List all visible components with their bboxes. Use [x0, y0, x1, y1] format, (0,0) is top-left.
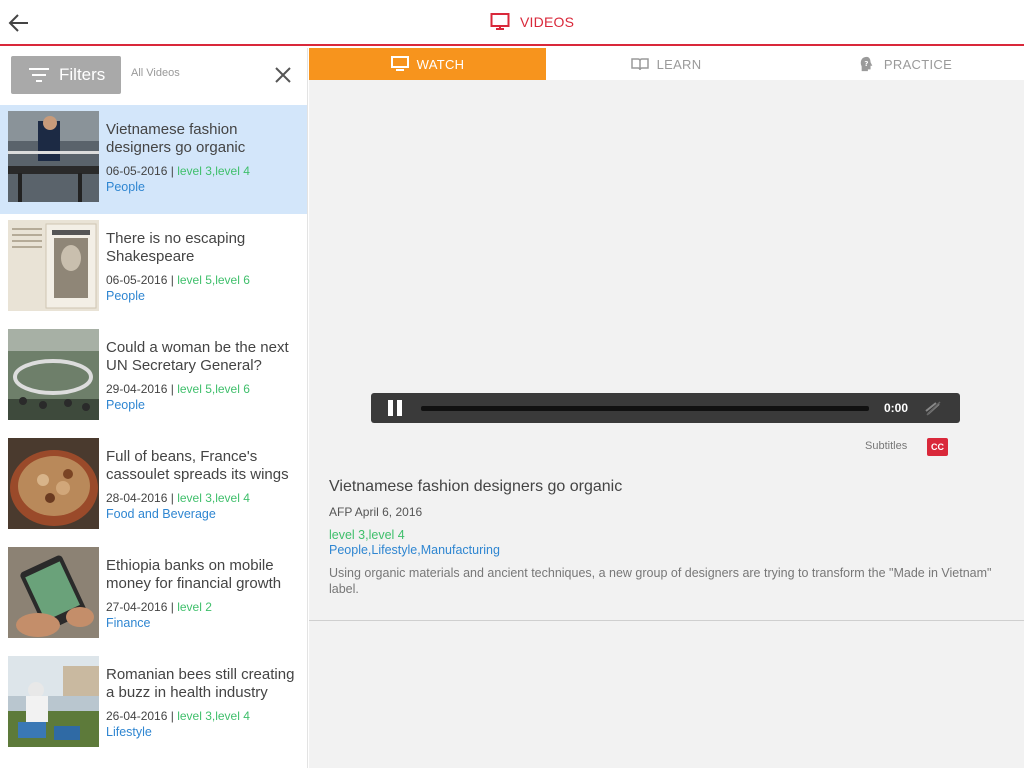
book-icon: [630, 58, 649, 71]
video-category[interactable]: People: [106, 288, 302, 304]
video-meta: 29-04-2016 | level 5,level 6: [106, 381, 302, 397]
filter-bar: Filters All Videos: [0, 48, 307, 105]
video-list-item[interactable]: Romanian bees still creating a buzz in h…: [0, 650, 307, 759]
filter-scope-label: All Videos: [131, 67, 180, 79]
progress-track[interactable]: [421, 406, 869, 411]
tab-learn[interactable]: LEARN: [546, 48, 786, 80]
video-meta: 06-05-2016 | level 3,level 4: [106, 163, 302, 179]
meta-separator: |: [167, 164, 178, 178]
video-levels: level 3,level 4: [177, 491, 250, 505]
video-levels: level 2: [177, 600, 212, 614]
meta-separator: |: [167, 709, 178, 723]
video-list-panel: Filters All Videos Vietnamese fashion de…: [0, 48, 308, 768]
video-meta: 28-04-2016 | level 3,level 4: [106, 490, 302, 506]
detail-categories[interactable]: People,Lifestyle,Manufacturing: [329, 543, 1019, 557]
video-title: Ethiopia banks on mobile money for finan…: [106, 557, 282, 592]
video-list-item[interactable]: Full of beans, France's cassoulet spread…: [0, 432, 307, 541]
detail-source: AFP April 6, 2016: [329, 505, 423, 519]
video-date: 29-04-2016: [106, 382, 168, 396]
video-meta: 26-04-2016 | level 3,level 4: [106, 708, 302, 724]
un-assembly-thumbnail: [8, 329, 99, 420]
video-list-item[interactable]: There is no escaping Shakespeare 06-05-2…: [0, 214, 307, 323]
meta-separator: |: [167, 600, 178, 614]
page-title: VIDEOS: [490, 12, 574, 32]
cassoulet-dish-thumbnail: [8, 438, 99, 529]
video-category[interactable]: People: [106, 179, 302, 195]
filter-icon: [29, 68, 49, 82]
video-category[interactable]: Lifestyle: [106, 724, 302, 740]
video-details: Vietnamese fashion designers go organic …: [329, 478, 1019, 597]
cc-label: CC: [931, 442, 944, 452]
video-levels: level 5,level 6: [177, 382, 250, 396]
top-bar: VIDEOS: [0, 0, 1024, 46]
divider: [309, 620, 1024, 621]
video-category[interactable]: Food and Beverage: [106, 506, 302, 522]
meta-separator: |: [167, 273, 178, 287]
time-display: 0:00: [884, 401, 909, 415]
beekeeper-thumbnail: [8, 656, 99, 747]
video-detail-panel: WATCH LEARN ? PRACTICE 0:00 Subtitles CC…: [309, 48, 1024, 768]
video-title: Vietnamese fashion designers go organic: [106, 121, 246, 156]
video-title: Romanian bees still creating a buzz in h…: [106, 666, 295, 701]
tab-watch-label: WATCH: [416, 56, 465, 72]
tab-learn-label: LEARN: [656, 56, 702, 72]
video-date: 28-04-2016: [106, 491, 168, 505]
video-date: 26-04-2016: [106, 709, 168, 723]
page-title-label: VIDEOS: [520, 14, 575, 30]
video-list-item[interactable]: Ethiopia banks on mobile money for finan…: [0, 541, 307, 650]
pause-icon[interactable]: [387, 400, 403, 416]
video-date: 06-05-2016: [106, 273, 168, 287]
subtitles-label: Subtitles: [865, 440, 908, 452]
head-question-icon: ?: [860, 56, 873, 72]
video-title: There is no escaping Shakespeare: [106, 230, 246, 265]
video-title: Could a woman be the next UN Secretary G…: [106, 339, 289, 374]
tab-watch[interactable]: WATCH: [309, 48, 546, 80]
video-meta: 06-05-2016 | level 5,level 6: [106, 272, 302, 288]
meta-separator: |: [167, 491, 178, 505]
close-icon[interactable]: [273, 65, 293, 85]
detail-description: Using organic materials and ancient tech…: [329, 566, 992, 596]
weaver-at-loom-thumbnail: [8, 111, 99, 202]
tab-practice[interactable]: ? PRACTICE: [786, 48, 1024, 80]
filters-button[interactable]: Filters: [11, 56, 121, 94]
filters-button-label: Filters: [59, 65, 106, 84]
meta-separator: |: [167, 382, 178, 396]
video-levels: level 5,level 6: [177, 273, 250, 287]
monitor-icon: [390, 56, 409, 71]
video-category[interactable]: Finance: [106, 615, 302, 631]
detail-title: Vietnamese fashion designers go organic: [329, 478, 623, 495]
video-meta: 27-04-2016 | level 2: [106, 599, 302, 615]
video-levels: level 3,level 4: [177, 709, 250, 723]
tab-bar: WATCH LEARN ? PRACTICE: [309, 48, 1024, 80]
back-arrow-icon[interactable]: [6, 10, 32, 36]
shakespeare-folio-thumbnail: [8, 220, 99, 311]
detail-levels: level 3,level 4: [329, 528, 405, 542]
video-list-item[interactable]: Could a woman be the next UN Secretary G…: [0, 323, 307, 432]
mobile-phone-thumbnail: [8, 547, 99, 638]
video-title: Full of beans, France's cassoulet spread…: [106, 448, 289, 483]
video-player-controls: 0:00: [371, 393, 960, 423]
tab-practice-label: PRACTICE: [883, 56, 953, 72]
video-date: 27-04-2016: [106, 600, 168, 614]
video-category[interactable]: People: [106, 397, 302, 413]
video-date: 06-05-2016: [106, 164, 168, 178]
closed-captions-button[interactable]: CC: [927, 438, 948, 456]
svg-text:?: ?: [864, 59, 868, 68]
monitor-icon: [490, 13, 510, 30]
video-list-item[interactable]: Vietnamese fashion designers go organic …: [0, 105, 307, 214]
volume-muted-icon[interactable]: [924, 399, 942, 417]
video-levels: level 3,level 4: [177, 164, 250, 178]
